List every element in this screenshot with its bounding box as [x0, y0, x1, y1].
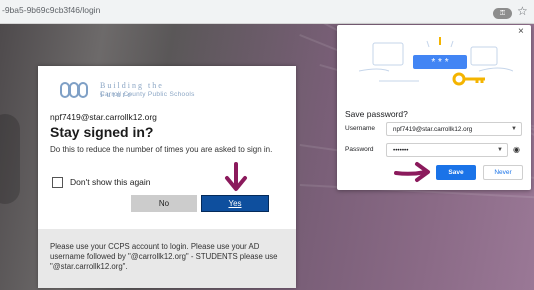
dialog-footer: Please use your CCPS account to login. P… [38, 229, 296, 288]
ccps-logo: Building the Future Carroll County Publi… [60, 80, 200, 102]
logo-org-name: Carroll County Public Schools [100, 91, 195, 98]
dont-show-again-checkbox[interactable] [52, 177, 63, 188]
save-password-button[interactable]: Save [436, 165, 476, 180]
password-label: Password [345, 146, 374, 153]
username-field[interactable]: npf7419@star.carrollk12.org ▼ [386, 122, 522, 136]
save-password-heading: Save password? [345, 109, 408, 119]
ccps-logo-mark [60, 80, 96, 100]
never-save-button[interactable]: Never [483, 165, 523, 180]
footer-instructions: Please use your CCPS account to login. P… [50, 242, 278, 271]
username-label: Username [345, 125, 375, 132]
browser-url-bar: -9ba5-9b69c9cb3f46/login ⚿ ☆ [0, 0, 534, 24]
password-field[interactable]: ••••••• ▼ [386, 143, 508, 157]
show-password-eye-icon[interactable]: ◉ [513, 145, 520, 154]
illustration-stars: * * * [431, 57, 448, 68]
password-dropdown-icon[interactable]: ▼ [497, 147, 503, 153]
dialog-title: Stay signed in? [50, 124, 154, 140]
save-password-popup: × * * * Save password? Username npf7419@… [337, 25, 531, 190]
password-value: ••••••• [393, 147, 409, 154]
close-icon[interactable]: × [518, 26, 524, 37]
dialog-description: Do this to reduce the number of times yo… [50, 145, 273, 154]
address-text[interactable]: -9ba5-9b69c9cb3f46/login [2, 5, 100, 15]
no-button[interactable]: No [131, 195, 197, 212]
password-illustration: * * * [359, 37, 513, 86]
dont-show-again-label[interactable]: Don't show this again [70, 177, 151, 187]
annotation-arrow-right-icon [394, 162, 430, 182]
star-icon[interactable]: ☆ [517, 4, 528, 18]
annotation-arrow-down-icon [225, 162, 247, 191]
yes-button[interactable]: Yes [201, 195, 269, 212]
stay-signed-in-dialog: Building the Future Carroll County Publi… [38, 66, 296, 288]
username-value: npf7419@star.carrollk12.org [393, 126, 473, 133]
username-dropdown-icon[interactable]: ▼ [511, 126, 517, 132]
key-icon[interactable]: ⚿ [493, 8, 512, 19]
account-email: npf7419@star.carrollk12.org [50, 112, 157, 122]
